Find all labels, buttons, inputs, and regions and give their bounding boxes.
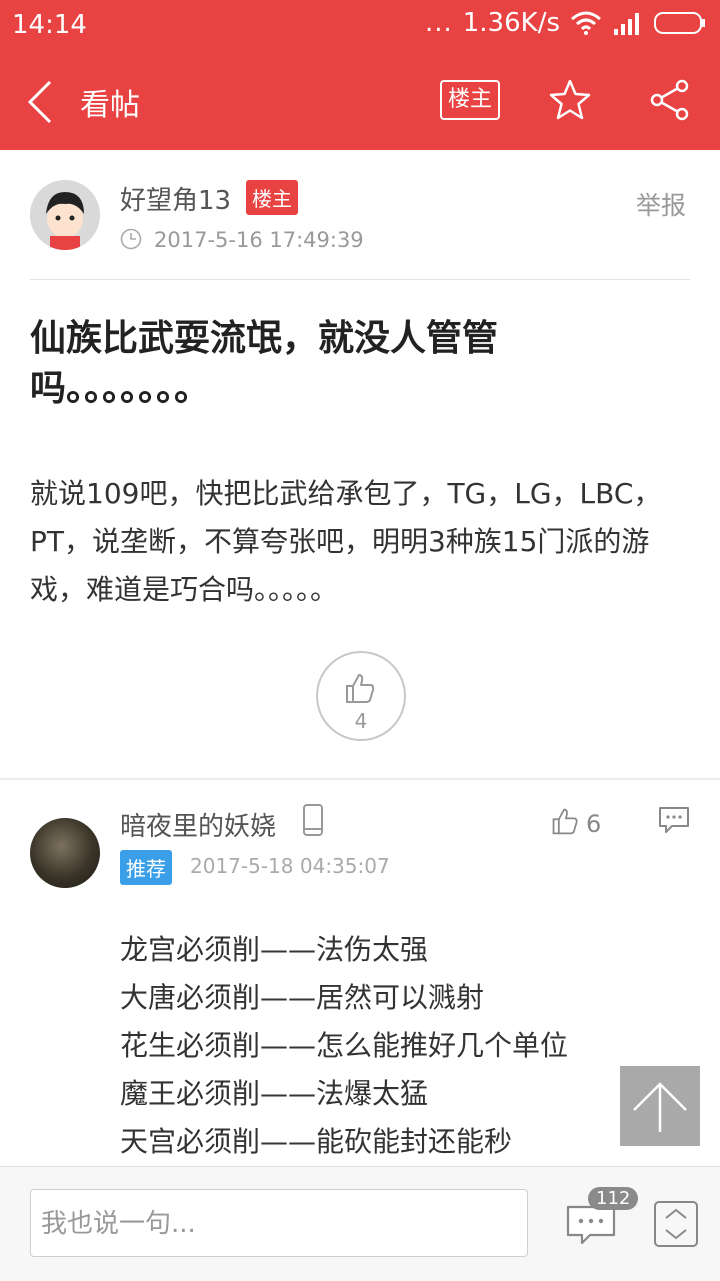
post-title: 仙族比武耍流氓，就没人管管吗。。。。。。。 bbox=[30, 318, 499, 409]
reply-author-name[interactable]: 暗夜里的妖娆 bbox=[120, 806, 276, 843]
author-avatar[interactable] bbox=[30, 180, 100, 250]
clock-icon bbox=[120, 228, 142, 250]
reply-line: 大唐必须削——居然可以溅射 bbox=[120, 981, 485, 1014]
report-link[interactable]: 举报 bbox=[636, 186, 686, 222]
reply-line: 龙宫必须削——法伤太强 bbox=[120, 933, 429, 966]
scroll-to-top-button[interactable] bbox=[620, 1066, 700, 1146]
status-bar: 14:14 ... 1.36K/s bbox=[0, 0, 720, 52]
op-badge: 楼主 bbox=[246, 180, 298, 215]
arrow-up-icon bbox=[633, 1082, 687, 1132]
author-name[interactable]: 好望角13 bbox=[120, 180, 231, 217]
section-separator bbox=[0, 778, 720, 780]
reply-comment-icon[interactable] bbox=[658, 806, 690, 834]
post-header: 好望角13 楼主 2017-5-16 17:49:39 举报 bbox=[0, 150, 720, 280]
only-op-button[interactable]: 楼主 bbox=[440, 80, 500, 120]
reply-body: 龙宫必须削——法伤太强 大唐必须削——居然可以溅射 花生必须削——怎么能推好几个… bbox=[120, 926, 680, 1166]
reply-line: 花生必须削——怎么能推好几个单位 bbox=[120, 1029, 569, 1062]
post-body: 就说109吧，快把比武给承包了，TG，LG，LBC，PT，说垄断，不算夸张吧，明… bbox=[30, 477, 662, 606]
comment-input[interactable]: 我也说一句... bbox=[30, 1189, 528, 1257]
share-icon[interactable] bbox=[648, 78, 692, 122]
recommended-badge: 推荐 bbox=[120, 850, 172, 885]
status-time: 14:14 bbox=[12, 10, 87, 40]
page-navigate-icon[interactable] bbox=[654, 1201, 698, 1247]
thumbs-up-icon[interactable] bbox=[550, 806, 580, 836]
back-icon[interactable] bbox=[22, 78, 62, 126]
like-count: 4 bbox=[354, 709, 368, 733]
status-right: ... 1.36K/s bbox=[425, 8, 706, 38]
comment-count-badge: 112 bbox=[588, 1187, 639, 1210]
favorite-star-icon[interactable] bbox=[548, 78, 592, 122]
reply-line: 天宫必须削——能砍能封还能秒 bbox=[120, 1125, 513, 1158]
mobile-phone-icon bbox=[303, 804, 323, 836]
avatar-cartoon-icon bbox=[30, 180, 100, 250]
thumbs-up-icon bbox=[346, 674, 375, 703]
page-title: 看帖 bbox=[80, 88, 140, 123]
comments-icon[interactable] bbox=[566, 1205, 616, 1245]
post-time: 2017-5-16 17:49:39 bbox=[154, 228, 364, 252]
divider bbox=[30, 279, 690, 280]
signal-icon bbox=[614, 13, 639, 35]
reply-time: 2017-5-18 04:35:07 bbox=[190, 854, 390, 878]
battery-icon bbox=[654, 12, 705, 34]
bottom-bar: 我也说一句... 112 bbox=[0, 1166, 720, 1281]
network-speed: 1.36K/s bbox=[462, 8, 560, 38]
reply-line: 魔王必须削——法爆太猛 bbox=[120, 1077, 429, 1110]
like-button[interactable]: 4 bbox=[316, 651, 406, 741]
wifi-icon bbox=[571, 11, 601, 35]
reply-like-count: 6 bbox=[586, 810, 602, 838]
app-bar: 看帖 楼主 bbox=[0, 52, 720, 150]
reply-author-avatar[interactable] bbox=[30, 818, 100, 888]
status-dots: ... bbox=[424, 8, 453, 38]
